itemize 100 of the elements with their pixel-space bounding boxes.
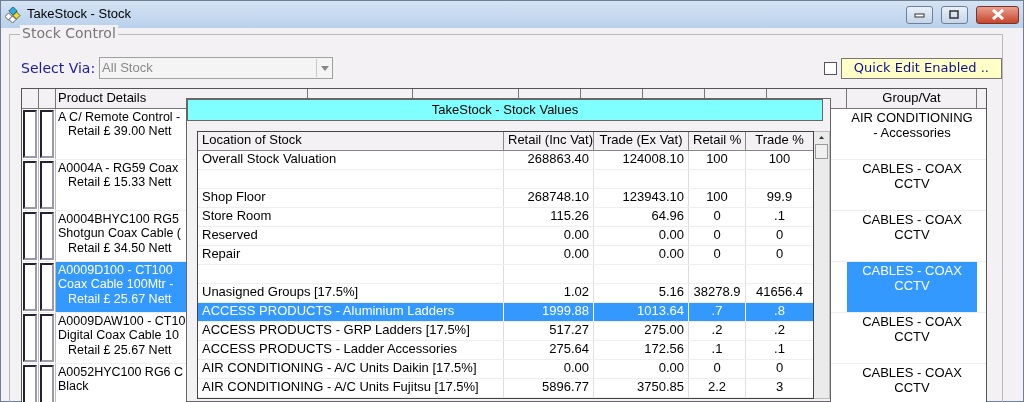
table-cell-text: .1 [773,341,786,358]
table-cell: 0.00 [594,227,689,245]
table-cell: Shop Floor [198,189,504,207]
product-cell-text: A0009DAW100 - CT10 Digital Coax Cable 10 Retail £ 25.67 Nett [57,313,186,359]
maximize-button[interactable] [941,5,968,24]
column-header: Retail % [689,132,746,150]
maximize-icon [949,10,960,19]
column-header: Retail (Inc Vat) [504,132,594,150]
row-selector[interactable] [23,110,37,158]
group-cell-text: CABLES - COAX CCTV [861,364,963,397]
table-cell: 100 [689,151,746,169]
row-selector[interactable] [23,161,37,209]
table-cell: 1999.88 [504,303,594,321]
table-cell: .7 [689,303,746,321]
table-cell-text: 0 [774,360,785,377]
column-header: Location of Stock [198,132,504,150]
table-cell: 268748.10 [504,189,594,207]
table-cell: 123943.10 [594,189,689,207]
table-cell: 124008.10 [594,151,689,169]
table-cell-text: 0 [774,227,785,244]
table-cell: Repair [198,246,504,264]
table-cell: .1 [689,341,746,359]
table-cell: 172.56 [594,341,689,359]
table-cell: 3750.85 [594,379,689,397]
column-header: Trade % [754,132,805,149]
table-cell: 0 [689,246,746,264]
selected-row[interactable]: ACCESS PRODUCTS - Aluminium Ladders 1999.88 1013.64 .7 .8 [198,303,813,322]
table-cell: 100 [689,189,746,207]
table-cell: 0.00 [504,360,594,378]
table-cell: ACCESS PRODUCTS - Ladder Accessories [198,341,504,359]
table-cell-text: 41656.4 [755,284,804,301]
group-cell-text: CABLES - COAX CCTV [861,313,963,346]
window-title: TakeStock - Stock [27,7,132,22]
table-cell-text: 3 [774,379,785,396]
table-cell: 5896.77 [504,379,594,397]
product-cell-text: A C/ Remote Control - Retail £ 39.00 Nett [57,109,182,141]
column-header: Group/Vat [847,89,977,108]
table-cell-text: 0 [774,246,785,263]
table-cell: 0 [689,360,746,378]
product-cell-text: A0004BHYC100 RG5 Shotgun Coax Cable ( Retail £ 34.50 Nett [57,211,182,257]
table-cell-text: .1 [773,208,786,225]
table-cell-text: .8 [773,303,786,320]
select-dropdown[interactable]: All Stock [99,57,334,79]
table-cell: Reserved [198,227,504,245]
dropdown-arrow-icon [320,65,329,71]
table-cell: 64.96 [594,208,689,226]
app-logo-icon [5,6,21,23]
close-button[interactable] [976,5,1019,24]
row-selector[interactable] [40,212,54,260]
table-cell: 0.00 [504,227,594,245]
table-cell: 0.00 [594,246,689,264]
group-cell: CABLES - COAX CCTV [847,262,977,312]
column-header: Trade (Ex Vat) [594,132,689,150]
table-cell: 275.00 [594,322,689,340]
product-cell: A0009D100 - CT100 Coax Cable 100Mtr - Retail £ 25.67 Nett [56,262,186,312]
table-cell: 38278.9 [689,284,746,302]
table-cell: 1.02 [504,284,594,302]
minimize-icon [913,11,926,18]
table-cell: Overall Stock Valuation [198,151,504,169]
quick-edit-checkbox[interactable] [823,61,837,75]
table-cell: ACCESS PRODUCTS - GRP Ladders [17.5%] [198,322,504,340]
table-cell: 2.2 [689,379,746,397]
table-cell: AIR CONDITIONING - A/C Units Fujitsu [17.5%] [198,379,504,397]
group-cell-text: AIR CONDITIONING - Accessories [850,109,974,142]
dialog-title: TakeStock - Stock Values [187,99,823,121]
minimize-button[interactable] [906,5,933,24]
table-cell: 517.27 [504,322,594,340]
table-cell: 115.26 [504,208,594,226]
row-selector[interactable] [23,212,37,260]
table-cell-text: .2 [773,322,786,339]
row-selector[interactable] [40,365,54,402]
group-cell-text: CABLES - COAX CCTV [861,211,963,244]
close-icon [990,9,1005,20]
row-selector[interactable] [23,365,37,402]
row-selector[interactable] [40,110,54,158]
row-selector[interactable] [23,263,37,311]
row-selector[interactable] [23,314,37,362]
select-label: Select Via: [21,59,96,77]
row-selector[interactable] [40,263,54,311]
table-cell: 0 [689,208,746,226]
table-cell: Unasigned Groups [17.5%] [198,284,504,302]
table-cell-text: 100 [767,151,792,168]
product-cell-text: A0052HYC100 RG6 C Black [57,364,185,396]
row-selector[interactable] [40,314,54,362]
table-cell-text: 99.9 [765,189,794,206]
table-cell: ACCESS PRODUCTS - Aluminium Ladders [198,303,504,321]
quick-edit-button[interactable]: Quick Edit Enabled .. [840,57,1002,79]
table-cell: 0 [689,227,746,245]
table-cell: 275.64 [504,341,594,359]
scroll-thumb[interactable] [815,144,828,159]
table-cell: Store Room [198,208,504,226]
row-selector[interactable] [40,161,54,209]
group-cell-text: CABLES - COAX CCTV [861,160,963,193]
table-cell: AIR CONDITIONING - A/C Units Daikin [17.5%] [198,360,504,378]
product-cell-text: A0004A - RG59 Coax Retail £ 15.33 Nett [57,160,180,192]
table-cell: 1013.64 [594,303,689,321]
table-cell: 5.16 [594,284,689,302]
table-cell: 0.00 [504,246,594,264]
table-cell: .2 [689,322,746,340]
table-cell: 0.00 [594,360,689,378]
